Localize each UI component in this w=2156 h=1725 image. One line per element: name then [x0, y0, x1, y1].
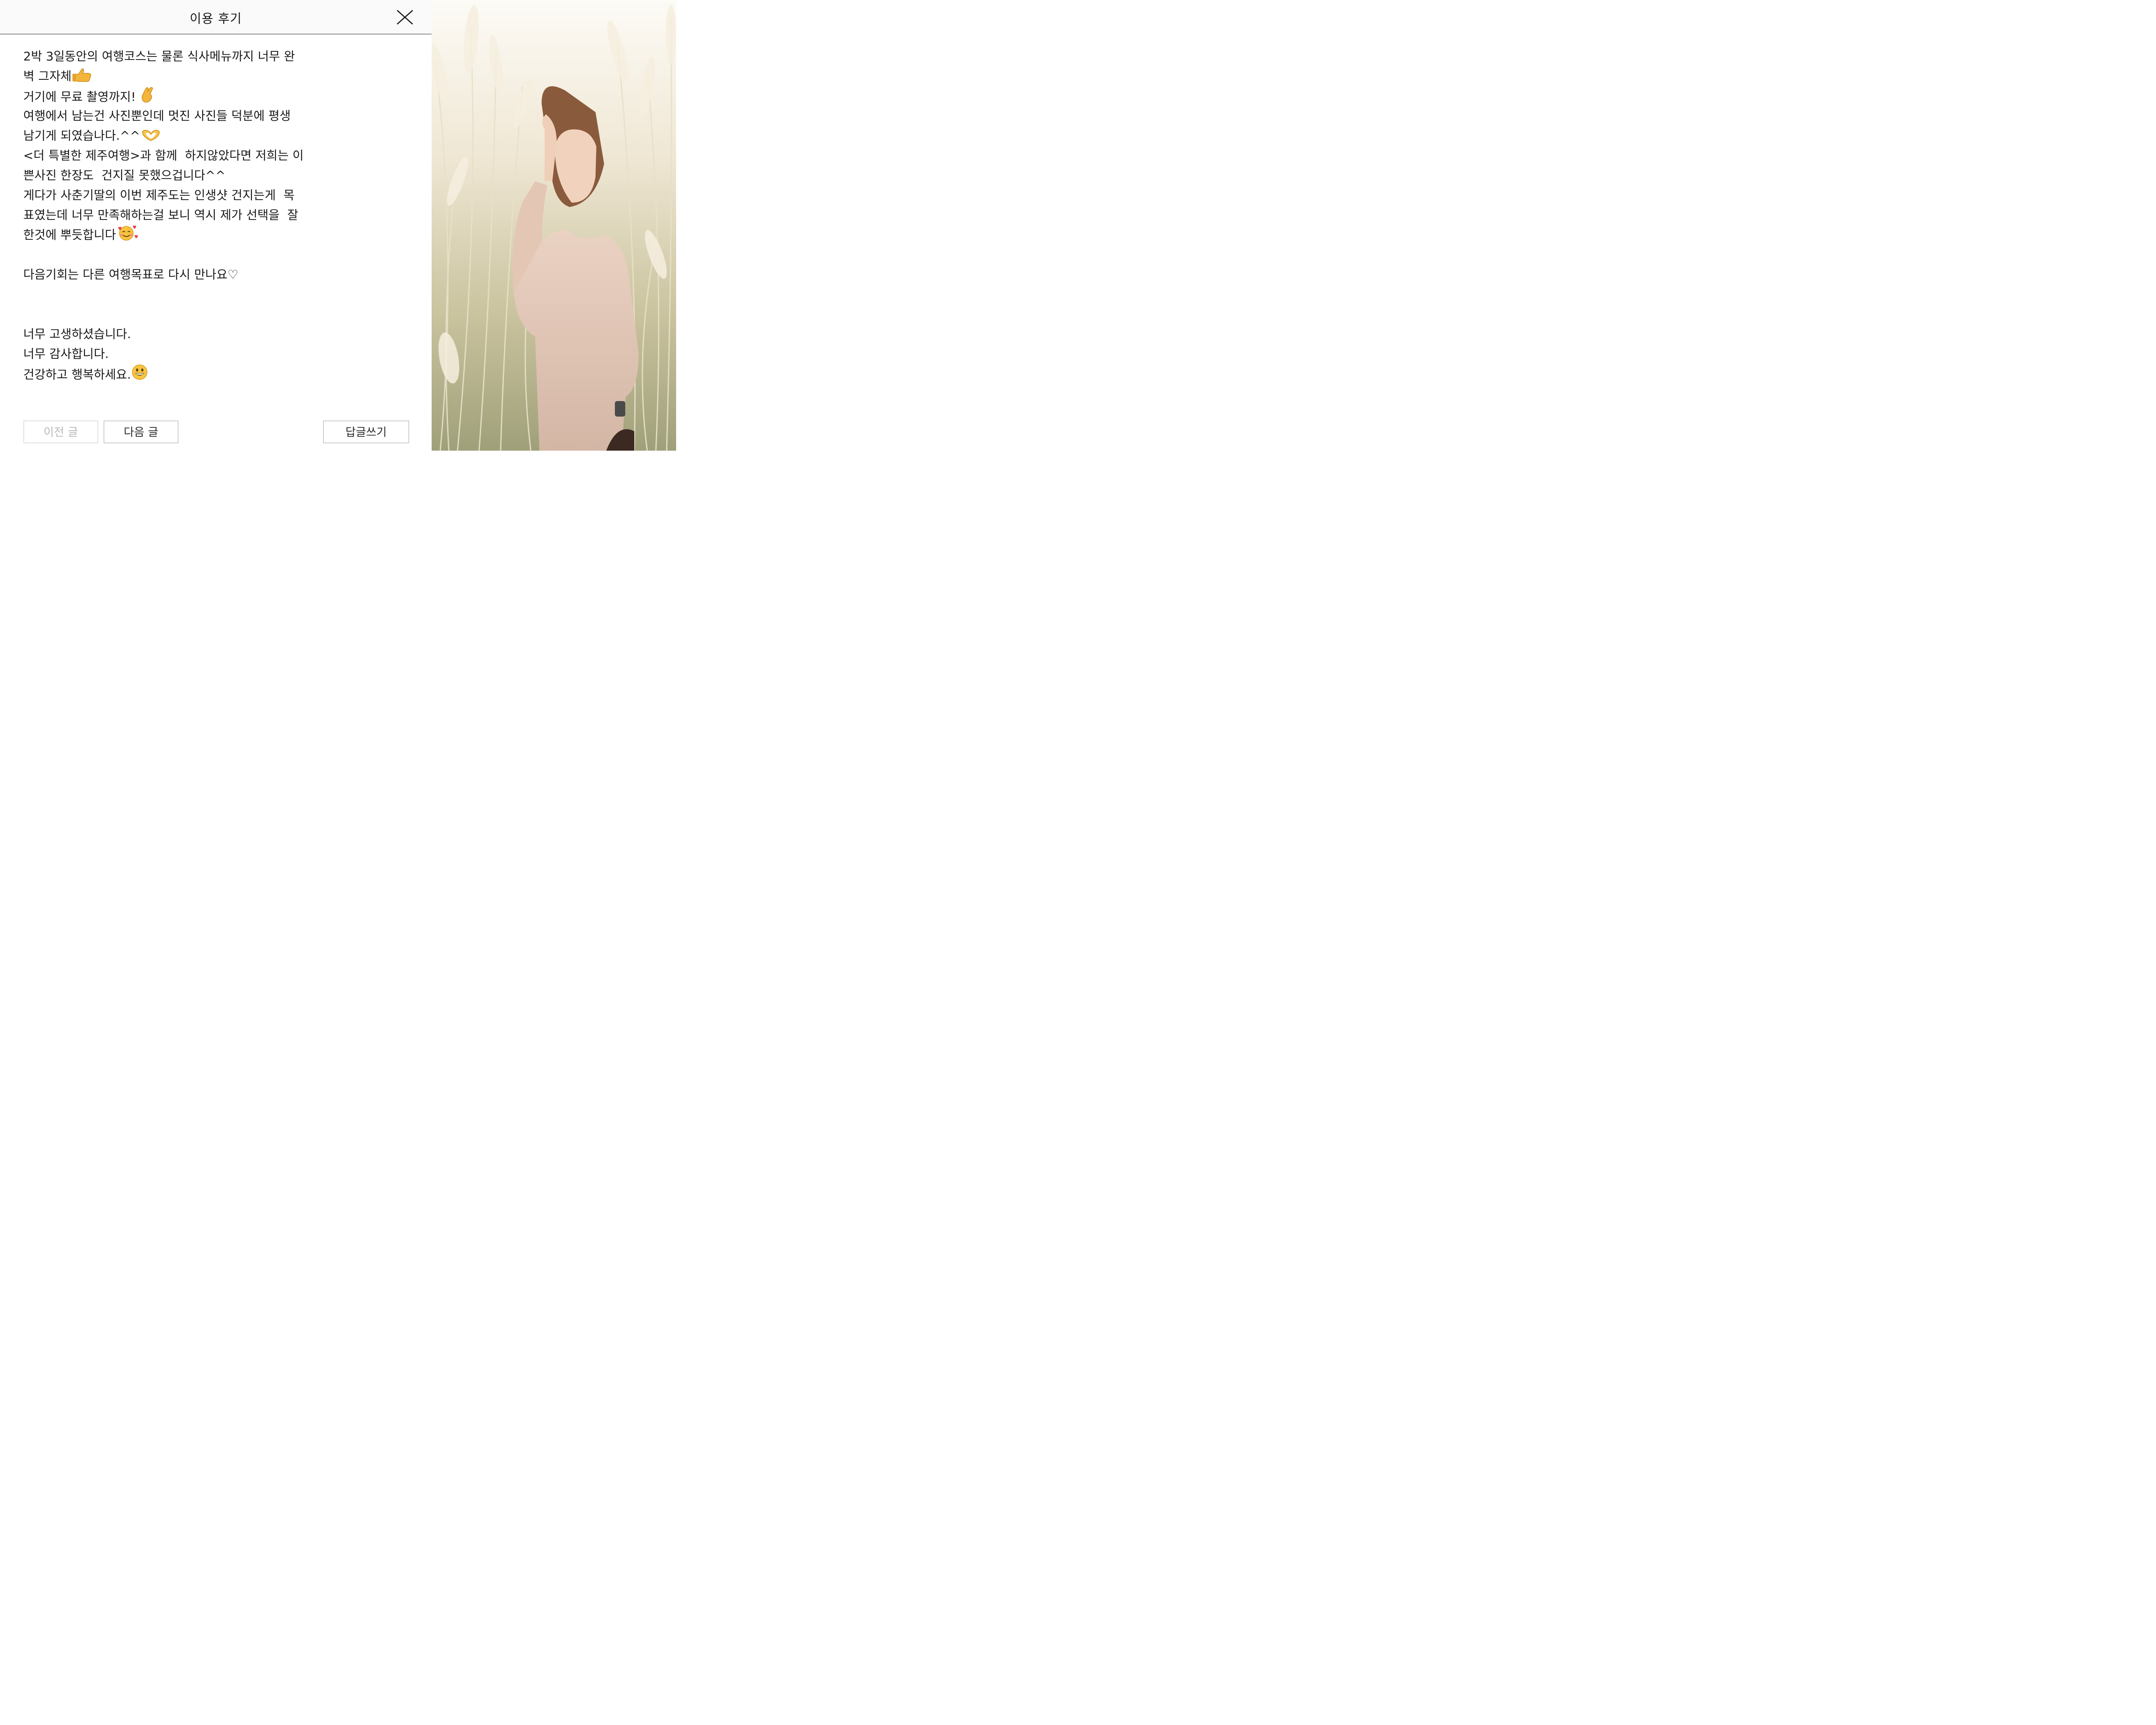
review-line: 너무 고생하셨습니다. — [23, 327, 131, 341]
page-title: 이용 후기 — [190, 11, 242, 26]
review-line: 한것에 뿌듯합니다 — [23, 225, 414, 245]
review-line: 다음기회는 다른 여행목표로 다시 만나요♡ — [23, 267, 238, 282]
prev-post-button[interactable]: 이전 글 — [23, 420, 98, 443]
reply-button[interactable]: 답글쓰기 — [323, 420, 409, 443]
review-line: 건강하고 행복하세요. — [23, 364, 414, 384]
header-bar: 이용 후기 — [0, 0, 432, 34]
review-line — [23, 285, 414, 304]
review-line: <더 특별한 제주여행>과 함께 하지않았다면 저희는 이 — [23, 148, 304, 163]
review-line: 남기게 되였습나다.^^ — [23, 126, 414, 146]
heart-hands-icon — [140, 128, 162, 147]
review-line: 벽 그자체 — [23, 66, 414, 86]
grinning-face-icon — [131, 364, 148, 386]
review-line: 너무 감사합니다. — [23, 347, 109, 361]
review-line: 여행에서 남는건 사진뿐인데 멋진 사진들 덕분에 평생 — [23, 109, 291, 123]
review-photo — [432, 0, 676, 451]
thumbs-up-icon — [72, 67, 92, 88]
close-icon[interactable] — [396, 9, 414, 25]
review-line — [23, 245, 414, 265]
review-line — [23, 304, 414, 324]
smiling-face-with-hearts-icon — [116, 225, 138, 247]
review-panel: 이용 후기 2박 3일동안의 여행코스는 물론 식사메뉴까지 너무 완 벽 그자… — [0, 0, 432, 451]
review-line: 거기에 무료 촬영까지! — [23, 86, 414, 106]
next-post-button[interactable]: 다음 글 — [103, 420, 179, 443]
close-button[interactable] — [396, 9, 414, 25]
review-content: 2박 3일동안의 여행코스는 물론 식사메뉴까지 너무 완 벽 그자체 거기에 … — [23, 47, 414, 384]
review-line: 쁜사진 한장도 건지질 못했으겁니다^^ — [23, 168, 226, 182]
review-line: 2박 3일동안의 여행코스는 물론 식사메뉴까지 너무 완 — [23, 49, 295, 63]
crossed-fingers-icon — [140, 86, 155, 109]
pampas-grass-photo — [432, 0, 676, 451]
review-line: 게다가 사춘기딸의 이번 제주도는 인생샷 건지는게 목 — [23, 188, 295, 202]
review-line: 표였는데 너무 만족해하는걸 보니 역시 제가 선택을 잘 — [23, 208, 298, 222]
